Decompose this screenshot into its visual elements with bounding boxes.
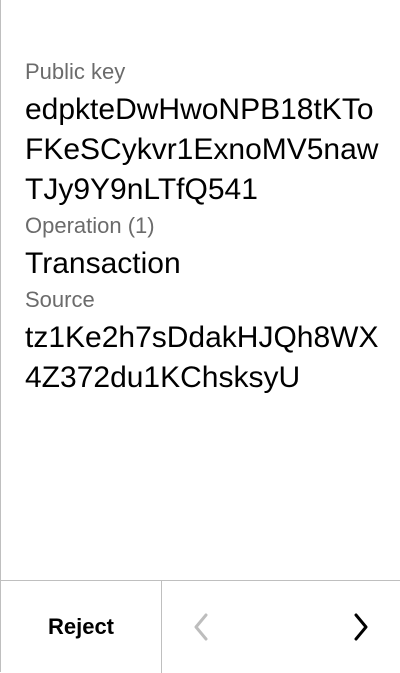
operation-value: Transaction	[25, 247, 181, 280]
field-operation: Operation (1) Transaction	[25, 212, 385, 284]
review-content: Public key edpkteDwHwoNPB18tKToFKeSCykvr…	[25, 58, 385, 400]
field-source: Source tz1Ke2h7sDdakHJQh8WX4Z372du1KChsk…	[25, 286, 385, 398]
source-label: Source	[25, 287, 95, 312]
source-value: tz1Ke2h7sDdakHJQh8WX4Z372du1KChsksyU	[25, 321, 379, 394]
next-page-button[interactable]	[321, 581, 400, 673]
field-public-key: Public key edpkteDwHwoNPB18tKToFKeSCykvr…	[25, 58, 385, 210]
reject-button[interactable]: Reject	[1, 581, 161, 673]
chevron-left-icon	[194, 613, 208, 641]
footer-bar: Reject	[1, 580, 400, 673]
public-key-label: Public key	[25, 59, 126, 84]
previous-page-button[interactable]	[161, 581, 241, 673]
chevron-right-icon	[354, 613, 368, 641]
operation-label: Operation (1)	[25, 213, 155, 238]
public-key-value: edpkteDwHwoNPB18tKToFKeSCykvr1ExnoMV5naw…	[25, 93, 379, 206]
review-screen: Public key edpkteDwHwoNPB18tKToFKeSCykvr…	[0, 0, 400, 673]
